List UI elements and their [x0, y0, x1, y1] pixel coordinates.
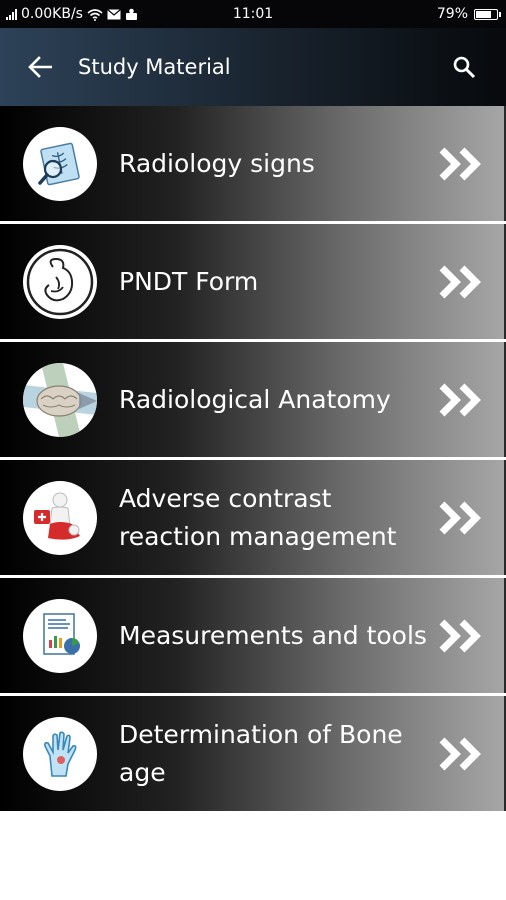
double-chevron-right-icon	[439, 619, 481, 652]
fetus-icon	[26, 248, 94, 315]
notification-icon	[125, 8, 137, 20]
wifi-icon	[87, 8, 103, 21]
back-button[interactable]	[18, 45, 62, 89]
search-icon	[453, 56, 476, 79]
double-chevron-right-icon	[439, 265, 481, 298]
search-button[interactable]	[442, 45, 486, 89]
page-title: Study Material	[78, 55, 231, 79]
network-speed: 0.00KB/s	[21, 6, 83, 22]
document-chart-icon	[43, 612, 80, 655]
first-aid-figure-icon	[34, 492, 80, 540]
signal-icon	[6, 8, 17, 20]
list-item-bone-age[interactable]: Determination of Bone age	[0, 696, 506, 811]
list-item-pndt-form[interactable]: PNDT Form	[0, 224, 506, 339]
study-material-list: Radiology signs PNDT Form Radiological A…	[0, 106, 506, 814]
brain-planes-icon	[23, 362, 97, 437]
item-icon-circle	[23, 244, 97, 319]
list-item-radiology-signs[interactable]: Radiology signs	[0, 106, 506, 221]
item-icon-circle	[23, 716, 97, 791]
double-chevron-right-icon	[439, 501, 481, 534]
item-icon-circle	[23, 126, 97, 201]
list-item-radiological-anatomy[interactable]: Radiological Anatomy	[0, 342, 506, 457]
battery-percent: 79%	[436, 6, 468, 22]
mail-icon	[107, 8, 121, 19]
double-chevron-right-icon	[439, 383, 481, 416]
app-bar: Study Material	[0, 28, 506, 106]
item-icon-circle	[23, 362, 97, 437]
xray-magnifier-icon	[38, 142, 80, 185]
status-bar: 0.00KB/s 11:01 79%	[0, 0, 506, 28]
arrow-left-icon	[28, 56, 52, 78]
hand-xray-icon	[44, 730, 77, 777]
item-icon-circle	[23, 480, 97, 555]
double-chevron-right-icon	[439, 737, 481, 770]
list-item-measurements-and-tools[interactable]: Measurements and tools	[0, 578, 506, 693]
battery-icon	[474, 8, 501, 20]
double-chevron-right-icon	[439, 147, 481, 180]
item-icon-circle	[23, 598, 97, 673]
list-item-adverse-contrast-reaction[interactable]: Adverse contrast reaction management	[0, 460, 506, 575]
